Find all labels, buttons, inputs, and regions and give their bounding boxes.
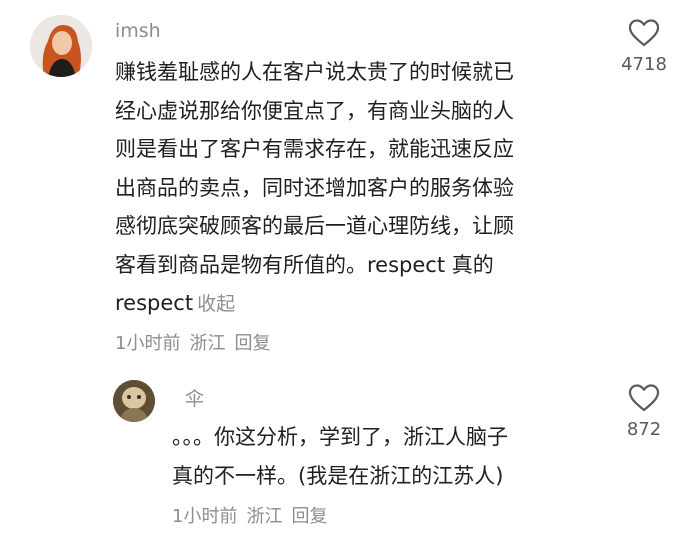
comment-line: 。。。你这分析，学到了，浙江人脑子: [172, 425, 508, 449]
like-button[interactable]: 872: [614, 383, 674, 440]
comment-time: 1小时前: [115, 333, 181, 354]
comment-line-text: respect: [115, 291, 194, 315]
comment-line: 客看到商品是物有所值的。respect 真的: [115, 252, 494, 277]
comment-location: 浙江: [246, 506, 283, 527]
username[interactable]: imsh: [115, 20, 161, 42]
like-button[interactable]: 4718: [614, 18, 674, 75]
comment-text: 赚钱羞耻感的人在客户说太贵了的时候就已 经心虚说那给你便宜点了，有商业头脑的人 …: [115, 53, 595, 324]
comment-line: 出商品的卖点，同时还增加客户的服务体验: [115, 175, 514, 200]
comment-line: 真的不一样。(我是在浙江的江苏人): [172, 463, 504, 488]
heart-outline-icon: [628, 384, 660, 412]
heart-outline-icon: [628, 19, 660, 47]
like-count: 872: [626, 419, 662, 440]
comment-location: 浙江: [189, 333, 226, 354]
collapse-button[interactable]: 收起: [197, 293, 235, 315]
reply-button[interactable]: 回复: [291, 506, 327, 527]
comment-time: 1小时前: [172, 506, 238, 527]
comment-text: 。。。你这分析，学到了，浙江人脑子 真的不一样。(我是在浙江的江苏人): [172, 418, 602, 495]
avatar[interactable]: [30, 15, 92, 77]
comment-line: 感彻底突破顾客的最后一道心理防线，让顾: [115, 214, 514, 238]
comment-meta: 1小时前 浙江 回复: [115, 329, 279, 355]
comment-line: 经心虚说那给你便宜点了，有商业头脑的人: [115, 98, 514, 123]
comment-line: 则是看出了客户有需求存在，就能迅速反应: [115, 137, 514, 161]
comment-line: respect 收起: [115, 284, 595, 324]
comment-line: 赚钱羞耻感的人在客户说太贵了的时候就已: [115, 60, 514, 84]
avatar[interactable]: [113, 380, 155, 422]
reply-button[interactable]: 回复: [234, 333, 270, 354]
username[interactable]: 伞: [185, 384, 204, 411]
like-count: 4718: [621, 54, 667, 75]
comment-meta: 1小时前 浙江 回复: [172, 502, 336, 528]
